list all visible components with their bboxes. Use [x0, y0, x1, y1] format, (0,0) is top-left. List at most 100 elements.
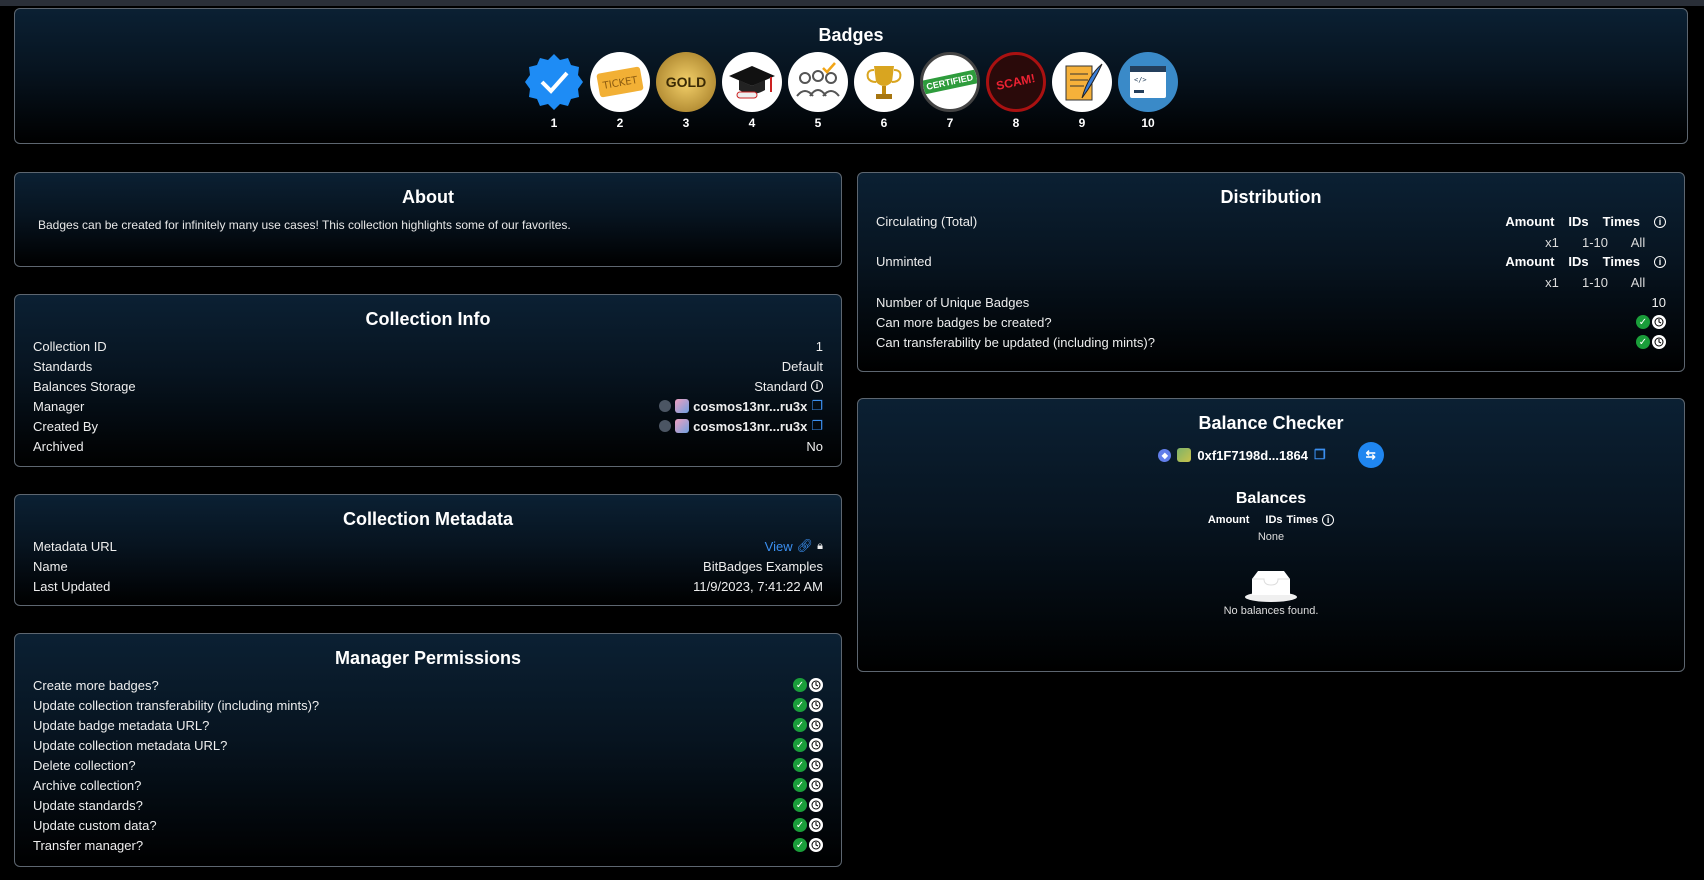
check-icon[interactable]: ✓	[793, 698, 807, 712]
clock-icon[interactable]	[809, 778, 823, 792]
swap-address-button[interactable]: ⇆	[1357, 442, 1384, 468]
balance-checker-card: Balance Checker ◆ 0xf1F7198d...1864 ❐ ⇆ …	[857, 398, 1685, 672]
transferability-label: Can transferability be updated (includin…	[876, 334, 1155, 350]
copy-icon[interactable]: ❐	[811, 418, 823, 434]
manager-address-link[interactable]: cosmos13nr...ru3x	[693, 399, 807, 414]
badge-item-1[interactable]: 1	[524, 52, 584, 130]
check-icon[interactable]: ✓	[793, 798, 807, 812]
check-icon[interactable]: ✓	[793, 758, 807, 772]
check-icon[interactable]: ✓	[1636, 315, 1650, 329]
check-icon[interactable]: ✓	[1636, 335, 1650, 349]
balance-address-link[interactable]: 0xf1F7198d...1864	[1197, 448, 1308, 463]
manager-permissions-title: Manager Permissions	[334, 648, 522, 668]
check-icon[interactable]: ✓	[793, 838, 807, 852]
clock-icon[interactable]	[809, 718, 823, 732]
ticket-badge-icon: TICKET	[590, 52, 650, 112]
created-by-label: Created By	[33, 418, 99, 434]
badges-title: Badges	[818, 25, 884, 45]
check-icon[interactable]: ✓	[793, 818, 807, 832]
collection-metadata-card: Collection Metadata Metadata URL View 🔗︎…	[14, 494, 842, 606]
badge-number: 7	[946, 116, 954, 130]
collection-id-row: Collection ID 1	[33, 336, 823, 356]
copy-icon[interactable]: ❐	[1314, 447, 1326, 463]
permission-label: Update badge metadata URL?	[33, 717, 210, 733]
empty-inbox-icon	[876, 567, 1666, 603]
circulating-label: Circulating (Total)	[876, 214, 978, 229]
clock-icon[interactable]	[809, 818, 823, 832]
check-icon[interactable]: ✓	[793, 738, 807, 752]
graduation-cap-badge-icon	[722, 52, 782, 112]
badge-item-8[interactable]: SCAM! 8	[986, 52, 1046, 130]
scam-text: SCAM!	[995, 71, 1037, 93]
about-title: About	[402, 187, 454, 207]
badge-number: 1	[550, 116, 558, 130]
archived-label: Archived	[33, 438, 84, 454]
check-icon[interactable]: ✓	[793, 718, 807, 732]
collection-info-title: Collection Info	[365, 309, 491, 329]
badge-item-7[interactable]: CERTIFIED 7	[920, 52, 980, 130]
metadata-url-row: Metadata URL View 🔗︎ 🔒︎	[33, 536, 823, 556]
clock-icon[interactable]	[1652, 315, 1666, 329]
badge-item-9[interactable]: 9	[1052, 52, 1112, 130]
balances-title: Balances	[1235, 490, 1307, 507]
clock-icon[interactable]	[1652, 335, 1666, 349]
archived-row: Archived No	[33, 436, 823, 456]
ids-header: IDs	[1568, 254, 1589, 269]
info-icon[interactable]: i	[1322, 514, 1335, 526]
link-icon[interactable]: 🔗︎	[797, 538, 814, 554]
permission-label: Update standards?	[33, 797, 143, 813]
view-link[interactable]: View	[765, 539, 793, 554]
info-icon[interactable]: i	[1654, 215, 1666, 228]
gold-membership-badge-icon: GOLD	[656, 52, 716, 112]
badge-item-6[interactable]: 6	[854, 52, 914, 130]
permission-row: Update standards? ✓	[33, 795, 823, 815]
clock-icon[interactable]	[809, 698, 823, 712]
permission-label: Create more badges?	[33, 677, 159, 693]
unminted-block: Unminted Amount IDs Times i x1 1-10 All	[876, 254, 1666, 290]
badge-item-2[interactable]: TICKET 2	[590, 52, 650, 130]
more-badges-label: Can more badges be created?	[876, 314, 1052, 330]
clock-icon[interactable]	[809, 738, 823, 752]
collection-metadata-title: Collection Metadata	[342, 509, 514, 529]
clock-icon[interactable]	[809, 758, 823, 772]
permission-row: Transfer manager? ✓	[33, 835, 823, 855]
gold-text: GOLD	[665, 74, 707, 90]
last-updated-label: Last Updated	[33, 578, 111, 594]
info-icon[interactable]: i	[1654, 255, 1666, 268]
manager-permissions-card: Manager Permissions Create more badges? ✓…	[14, 633, 842, 867]
archived-value: No	[806, 438, 823, 454]
unminted-table: Amount IDs Times i x1 1-10 All	[1505, 254, 1666, 290]
badge-item-10[interactable]: </> 10	[1118, 52, 1178, 130]
badge-number: 9	[1078, 116, 1086, 130]
creator-address-link[interactable]: cosmos13nr...ru3x	[693, 419, 807, 434]
times-header: Times	[1602, 254, 1640, 269]
badge-number: 2	[616, 116, 624, 130]
amount-header: Amount	[1505, 214, 1555, 229]
copy-icon[interactable]: ❐	[811, 398, 823, 414]
badge-item-3[interactable]: GOLD 3	[656, 52, 716, 130]
clock-icon[interactable]	[809, 838, 823, 852]
check-icon[interactable]: ✓	[793, 778, 807, 792]
badge-number: 5	[814, 116, 822, 130]
document-quill-badge-icon	[1052, 52, 1112, 112]
times-header: Times	[1602, 214, 1640, 229]
clock-icon[interactable]	[809, 678, 823, 692]
clock-icon[interactable]	[809, 798, 823, 812]
permission-label: Update custom data?	[33, 817, 157, 833]
cosmos-chain-icon	[659, 420, 672, 432]
name-label: Name	[33, 558, 68, 574]
amount-header: Amount	[1207, 514, 1250, 526]
ids-cell: 1-10	[1581, 275, 1609, 290]
info-icon[interactable]: i	[811, 380, 823, 392]
badge-number: 10	[1141, 116, 1155, 130]
badge-number: 3	[682, 116, 690, 130]
badge-item-5[interactable]: 5	[788, 52, 848, 130]
permission-row: Update collection metadata URL? ✓	[33, 735, 823, 755]
badge-number: 6	[880, 116, 888, 130]
badge-item-4[interactable]: 4	[722, 52, 782, 130]
permission-label: Transfer manager?	[33, 837, 144, 853]
circulating-table: Amount IDs Times i x1 1-10 All	[1505, 214, 1666, 250]
collection-id-value: 1	[815, 338, 823, 354]
more-badges-row: Can more badges be created? ✓	[876, 312, 1666, 332]
check-icon[interactable]: ✓	[793, 678, 807, 692]
